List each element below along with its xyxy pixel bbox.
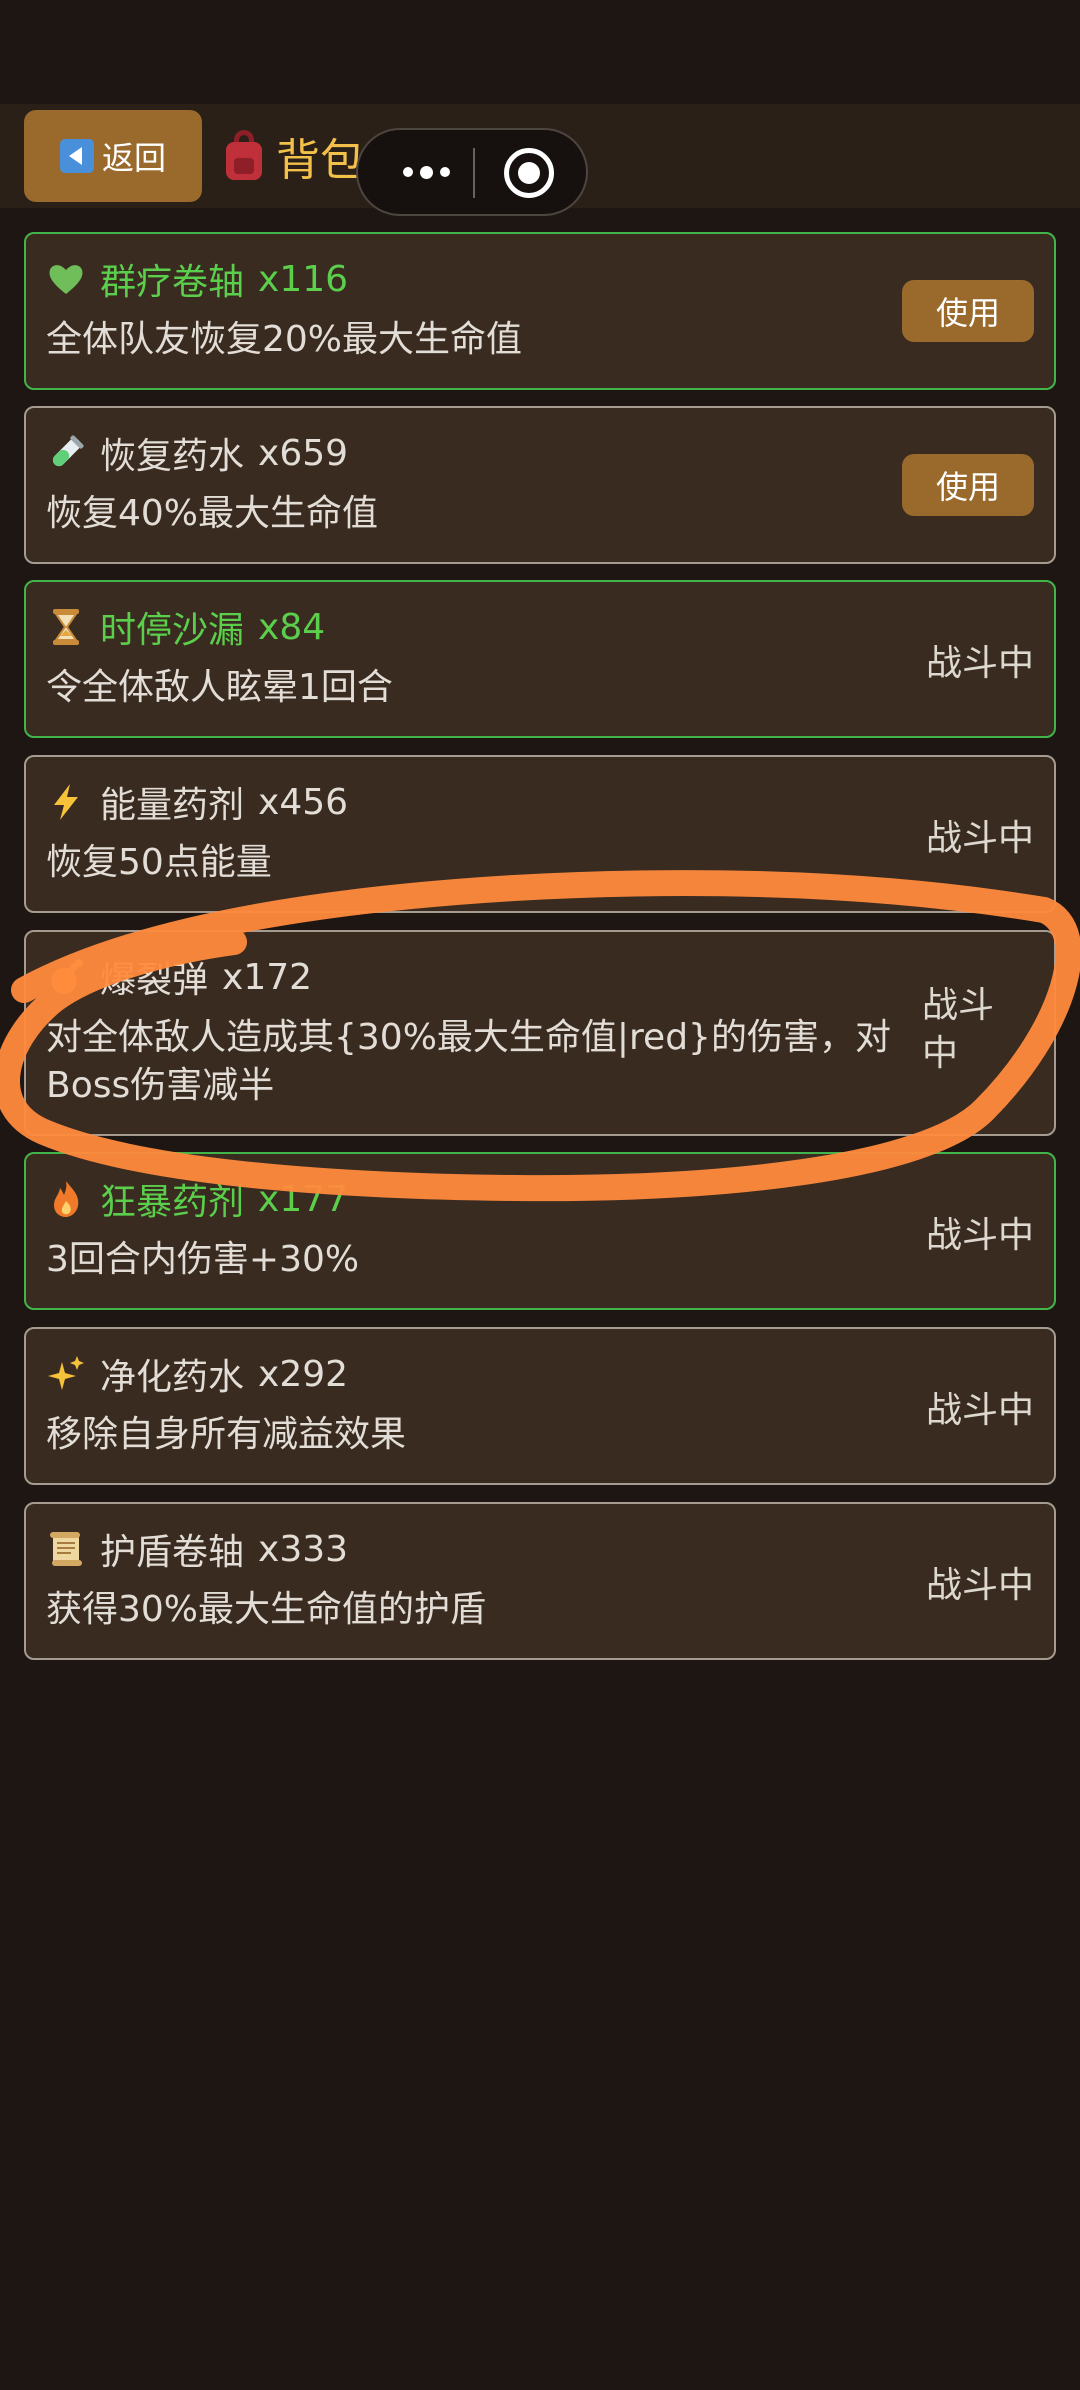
item-name: 群疗卷轴 (100, 262, 245, 303)
item-description: 全体队友恢复20%最大生命值 (46, 319, 523, 360)
item-title: 净化药水 x292 (46, 1351, 349, 1398)
lightning-icon (46, 782, 86, 822)
fire-icon (46, 1179, 86, 1219)
item-description: 对全体敌人造成其{30%最大生命值|red}的伤害，对Boss伤害减半 (46, 1017, 891, 1106)
item-title: 能量药剂 x456 (46, 779, 349, 826)
use-button[interactable]: 使用 (902, 280, 1034, 342)
item-count: x172 (222, 956, 313, 998)
bomb-icon (46, 957, 86, 997)
item-count: x84 (258, 606, 326, 648)
item-name: 狂暴药剂 (100, 1182, 245, 1223)
item-count: x177 (258, 1178, 349, 1220)
inventory-item-group-heal-scroll: 群疗卷轴 x116 全体队友恢复20%最大生命值 使用 (24, 232, 1056, 390)
item-name: 恢复药水 (100, 436, 245, 477)
in-battle-status: 战斗中 (925, 1215, 1034, 1256)
item-count: x659 (258, 432, 349, 474)
item-description: 3回合内伤害+30% (46, 1239, 360, 1280)
item-description: 恢复50点能量 (46, 842, 272, 883)
item-description: 移除自身所有减益效果 (46, 1414, 407, 1455)
inventory-item-recovery-potion: 恢复药水 x659 恢复40%最大生命值 使用 (24, 406, 1056, 564)
item-description: 获得30%最大生命值的护盾 (46, 1589, 487, 1630)
sparkles-icon (46, 1354, 86, 1394)
item-name: 净化药水 (100, 1357, 245, 1398)
item-name: 爆裂弹 (100, 960, 209, 1001)
in-battle-status: 战斗中 (922, 985, 995, 1074)
item-title: 群疗卷轴 x116 (46, 256, 349, 303)
item-name: 能量药剂 (100, 785, 245, 826)
item-name: 护盾卷轴 (100, 1532, 245, 1573)
inventory-item-purify-potion: 净化药水 x292 移除自身所有减益效果 战斗中 (24, 1327, 1056, 1485)
mini-program-capsule (356, 128, 588, 216)
item-name: 时停沙漏 (100, 610, 245, 651)
more-dot-icon (402, 167, 413, 177)
in-battle-status: 战斗中 (925, 1565, 1034, 1606)
inventory-item-shield-scroll: 护盾卷轴 x333 获得30%最大生命值的护盾 战斗中 (24, 1502, 1056, 1660)
back-label: 返回 (101, 139, 166, 177)
item-count: x456 (258, 781, 349, 823)
item-title: 爆裂弹 x172 (46, 954, 313, 1001)
item-title: 恢复药水 x659 (46, 430, 349, 477)
item-count: x292 (258, 1353, 349, 1395)
item-count: x116 (258, 258, 349, 300)
item-title: 狂暴药剂 x177 (46, 1176, 349, 1223)
in-battle-status: 战斗中 (925, 1390, 1034, 1431)
item-description: 恢复40%最大生命值 (46, 493, 379, 534)
inventory-item-time-hourglass: 时停沙漏 x84 令全体敌人眩晕1回合 战斗中 (24, 580, 1056, 738)
page-title: 背包 (276, 135, 364, 186)
page-title-group: 背包 (222, 124, 364, 188)
green-heart-icon (46, 259, 86, 299)
inventory-item-burst-bomb: 爆裂弹 x172 对全体敌人造成其{30%最大生命值|red}的伤害，对Boss… (24, 930, 1056, 1136)
inventory-item-energy-potion: 能量药剂 x456 恢复50点能量 战斗中 (24, 755, 1056, 913)
in-battle-status: 战斗中 (925, 643, 1034, 684)
item-title: 护盾卷轴 x333 (46, 1526, 349, 1573)
inventory-item-rage-potion: 狂暴药剂 x177 3回合内伤害+30% 战斗中 (24, 1152, 1056, 1310)
test-tube-icon (46, 433, 86, 473)
more-dot-icon (439, 167, 450, 177)
back-arrow-icon (59, 139, 94, 173)
item-count: x333 (258, 1528, 349, 1570)
capsule-divider (473, 148, 475, 198)
use-button[interactable]: 使用 (902, 454, 1034, 516)
item-title: 时停沙漏 x84 (46, 604, 326, 651)
hourglass-icon (46, 607, 86, 647)
close-target-icon[interactable] (504, 148, 554, 198)
in-battle-status: 战斗中 (925, 818, 1034, 859)
back-button[interactable]: 返回 (24, 110, 202, 202)
more-menu-button[interactable] (386, 130, 466, 214)
backpack-icon (222, 130, 266, 182)
item-description: 令全体敌人眩晕1回合 (46, 667, 393, 708)
scroll-icon (46, 1529, 86, 1569)
more-dot-icon (419, 165, 433, 179)
